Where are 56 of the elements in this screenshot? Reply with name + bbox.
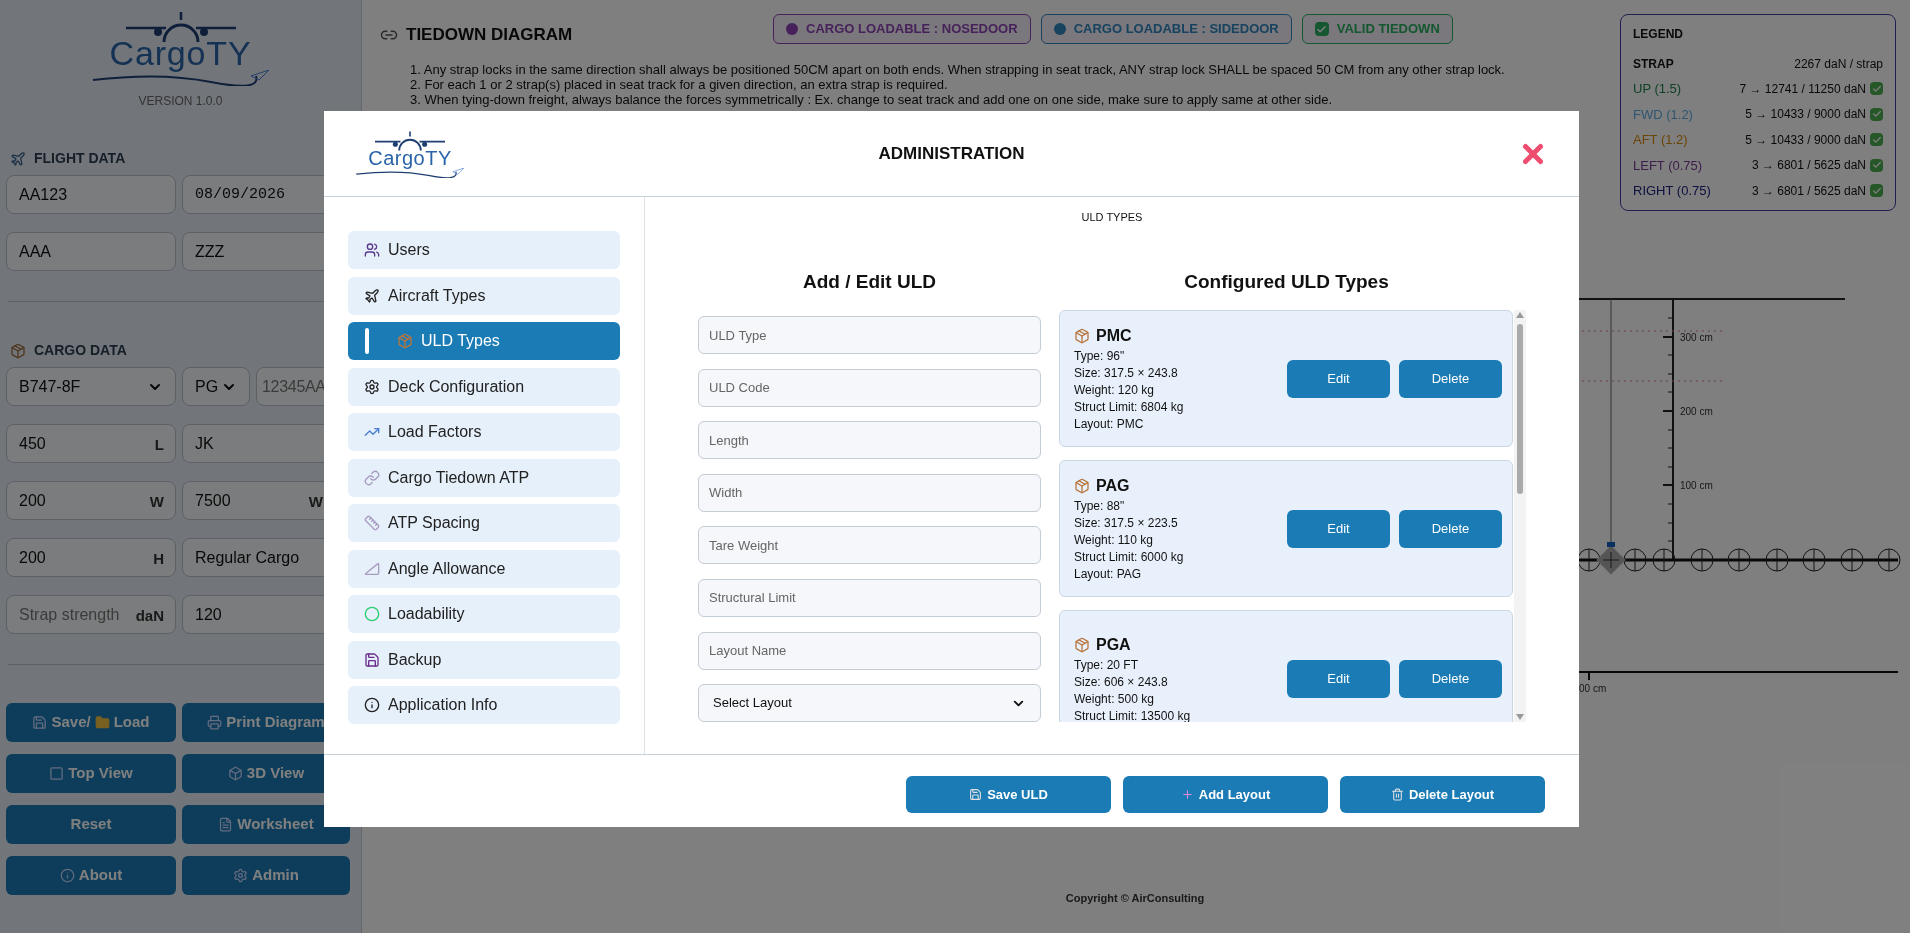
section-title: FLIGHT DATA bbox=[34, 149, 126, 168]
uld-detail: Size: 606 × 243.8 bbox=[1074, 673, 1169, 691]
section-title: CARGO DATA bbox=[34, 341, 127, 360]
copyright-text: Copyright © AirConsulting bbox=[1065, 892, 1205, 904]
uld-detail: Size: 317.5 × 223.5 bbox=[1074, 515, 1179, 532]
uld-detail: Struct Limit: 13500 kg bbox=[1074, 707, 1192, 722]
version-text: VERSION 1.0.0 bbox=[137, 93, 224, 110]
legend-label: STRAP bbox=[1633, 56, 1674, 73]
legend-label: LEFT (0.75) bbox=[1633, 156, 1703, 175]
axis-label: 00 cm bbox=[1579, 683, 1607, 694]
uld-detail: Size: 317.5 × 243.8 bbox=[1074, 365, 1179, 382]
uld-name: PMC bbox=[1096, 326, 1132, 346]
uld-detail: Weight: 500 kg bbox=[1074, 690, 1155, 708]
uld-detail: Layout: PMC bbox=[1074, 416, 1145, 433]
legend-label: UP (1.5) bbox=[1633, 80, 1682, 98]
logo-text: CargoTY bbox=[109, 36, 252, 70]
rule-text: 3. When tying-down freight, always balance the forces symmetrically : Ex. change to seat track and add one on one side, make sure to apply same at other side. bbox=[410, 92, 1334, 107]
axis-label: 200 cm bbox=[1680, 406, 1713, 417]
status-badge: VALID TIEDOWN bbox=[1301, 14, 1453, 44]
axis-label: 300 cm bbox=[1680, 332, 1713, 343]
modal-title: ADMINISTRATION bbox=[878, 142, 1025, 165]
unit-label: H bbox=[153, 549, 164, 569]
uld-detail: Type: 88" bbox=[1074, 498, 1126, 515]
uld-detail: Type: 96" bbox=[1074, 348, 1126, 365]
unit-label: W bbox=[308, 492, 323, 512]
status-badge: CARGO LOADABLE : NOSEDOOR bbox=[773, 14, 1031, 44]
logo-text: CargoTY bbox=[368, 147, 452, 168]
form-heading: Add / Edit ULD bbox=[802, 269, 937, 294]
legend-value: 5 → 10433 / 9000 daN bbox=[1745, 106, 1866, 124]
uld-detail: Struct Limit: 6804 kg bbox=[1074, 399, 1185, 416]
unit-label: W bbox=[149, 492, 164, 512]
legend-title: LEGEND bbox=[1633, 26, 1684, 43]
unit-label: L bbox=[154, 435, 164, 455]
unit-label: daN bbox=[135, 606, 164, 626]
legend-value: 3 → 6801 / 5625 daN bbox=[1751, 182, 1866, 200]
uld-detail: Type: 20 FT bbox=[1074, 656, 1140, 674]
rule-text: 1. Any strap locks in the same direction shall always be positioned 50CM apart on both ends. When strapping in seat track, ANY strap lock SHALL be spaced 50 CM from any other strap lock. bbox=[410, 62, 1505, 77]
legend-value: 3 → 6801 / 5625 daN bbox=[1751, 157, 1866, 175]
legend-value: 2267 daN / strap bbox=[1794, 56, 1883, 73]
legend-label: RIGHT (0.75) bbox=[1633, 182, 1711, 200]
uld-name: PAG bbox=[1096, 476, 1130, 496]
uld-detail: Layout: PAG bbox=[1074, 566, 1143, 583]
list-heading: Configured ULD Types bbox=[1183, 269, 1390, 294]
page-title: TIEDOWN DIAGRAM bbox=[406, 24, 573, 46]
axis-label: 100 cm bbox=[1680, 480, 1713, 491]
uld-name: PGA bbox=[1096, 634, 1131, 655]
legend-value: 7 → 12741 / 11250 daN bbox=[1739, 80, 1866, 98]
rule-text: 2. For each 1 or 2 strap(s) placed in seat track for a given direction, an extra strap is required. bbox=[410, 77, 949, 92]
uld-detail: Weight: 110 kg bbox=[1074, 532, 1154, 549]
status-badge: CARGO LOADABLE : SIDEDOOR bbox=[1040, 14, 1292, 44]
uld-detail: Weight: 120 kg bbox=[1074, 382, 1155, 399]
section-title: ULD TYPES bbox=[1081, 210, 1143, 225]
legend-label: FWD (1.2) bbox=[1633, 105, 1693, 124]
uld-detail: Struct Limit: 6000 kg bbox=[1074, 549, 1185, 566]
legend-label: AFT (1.2) bbox=[1633, 131, 1688, 149]
legend-value: 5 → 10433 / 9000 daN bbox=[1745, 131, 1866, 149]
